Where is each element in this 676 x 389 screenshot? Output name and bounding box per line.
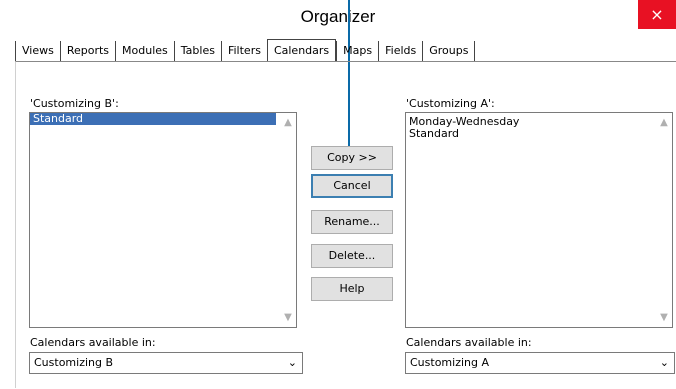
tab-modules[interactable]: Modules <box>115 41 174 61</box>
close-button[interactable]: × <box>638 0 676 29</box>
scroll-up-icon[interactable]: ▲ <box>656 117 672 128</box>
left-calendar-list[interactable]: Standard ▲ ▼ <box>29 112 297 328</box>
scroll-up-icon[interactable]: ▲ <box>280 117 296 128</box>
scroll-down-icon[interactable]: ▼ <box>656 312 672 323</box>
chevron-down-icon: ⌄ <box>287 356 297 369</box>
right-available-value: Customizing A <box>410 356 490 369</box>
left-available-label: Calendars available in: <box>30 336 156 349</box>
delete-button[interactable]: Delete... <box>311 244 393 268</box>
help-button[interactable]: Help <box>311 277 393 301</box>
left-available-select[interactable]: Customizing B ⌄ <box>29 352 303 374</box>
rename-button[interactable]: Rename... <box>311 210 393 234</box>
cancel-button[interactable]: Cancel <box>311 174 393 198</box>
copy-button[interactable]: Copy >> <box>311 146 393 170</box>
close-icon: × <box>650 5 664 24</box>
tab-filters[interactable]: Filters <box>220 41 267 61</box>
right-available-label: Calendars available in: <box>406 336 532 349</box>
left-scrollbar[interactable]: ▲ ▼ <box>280 113 296 327</box>
right-list-caption: 'Customizing A': <box>406 97 495 110</box>
right-calendar-list[interactable]: Monday-Wednesday Standard ▲ ▼ <box>405 112 673 328</box>
tab-strip: Views Reports Modules Tables Filters Cal… <box>15 39 476 61</box>
scroll-down-icon[interactable]: ▼ <box>280 312 296 323</box>
tab-calendars[interactable]: Calendars <box>266 39 337 61</box>
tab-groups[interactable]: Groups <box>422 41 476 61</box>
right-list-item[interactable]: Standard <box>406 128 672 140</box>
right-available-select[interactable]: Customizing A ⌄ <box>405 352 675 374</box>
left-list-item[interactable]: Standard <box>30 113 276 125</box>
tab-fields[interactable]: Fields <box>378 41 422 61</box>
right-scrollbar[interactable]: ▲ ▼ <box>656 113 672 327</box>
chevron-down-icon: ⌄ <box>659 356 669 369</box>
tab-tables[interactable]: Tables <box>173 41 221 61</box>
title-bar: Organizer × <box>0 0 676 33</box>
tab-reports[interactable]: Reports <box>59 41 115 61</box>
left-list-caption: 'Customizing B': <box>30 97 119 110</box>
window-title: Organizer <box>300 7 376 26</box>
tab-maps[interactable]: Maps <box>336 41 378 61</box>
left-available-value: Customizing B <box>34 356 114 369</box>
tab-views[interactable]: Views <box>15 41 60 61</box>
